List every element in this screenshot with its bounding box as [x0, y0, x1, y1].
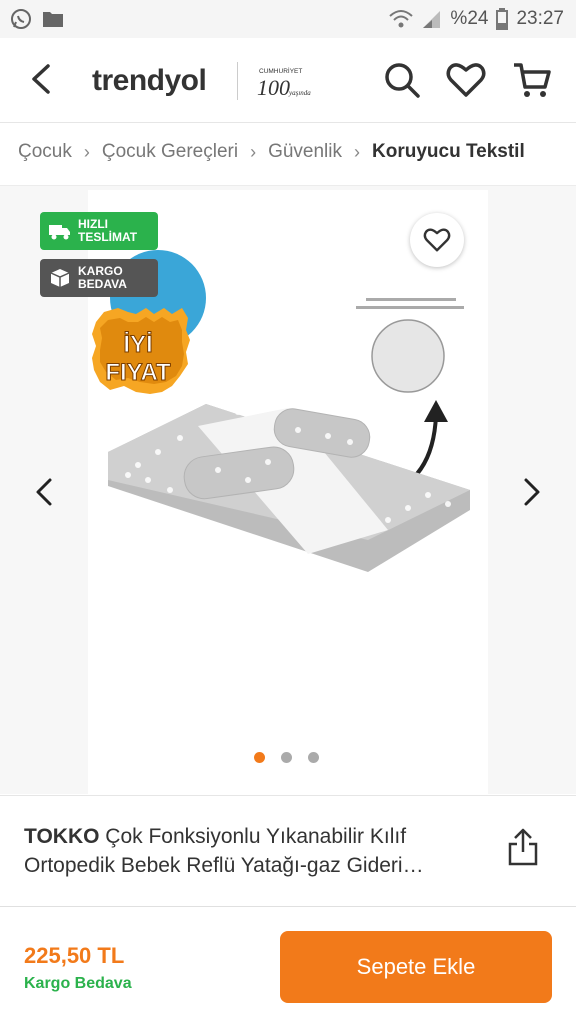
folder-icon: [43, 12, 63, 27]
breadcrumb: Çocuk › Çocuk Gereçleri › Güvenlik › Kor…: [0, 123, 576, 186]
app-header: trendyol CUMHURİYET 100 yaşında: [0, 38, 576, 123]
search-icon[interactable]: [382, 60, 422, 100]
back-icon[interactable]: [26, 60, 60, 98]
anniversary-script: yaşında: [288, 89, 311, 97]
heart-icon: [423, 228, 451, 252]
shipping-info: Kargo Bedava: [24, 975, 132, 992]
status-bar-right: %24 23:27: [388, 8, 564, 30]
add-to-cart-button[interactable]: Sepete Ekle: [280, 931, 552, 1003]
status-bar: %24 23:27: [0, 0, 576, 38]
iyi-fiyat-sticker: İYİ FIYAT: [92, 308, 190, 394]
fast-delivery-badge: HIZLI TESLİMAT: [40, 212, 158, 250]
breadcrumb-current[interactable]: Koruyucu Tekstil: [372, 141, 525, 163]
previous-image-arrow[interactable]: [30, 474, 58, 510]
carousel-dot[interactable]: [281, 752, 292, 763]
breadcrumb-item-cocuk[interactable]: Çocuk: [18, 141, 72, 163]
product-brand: TOKKO: [24, 825, 100, 848]
sticker-line2: FIYAT: [105, 359, 171, 386]
free-shipping-badge: KARGO BEDAVA: [40, 259, 158, 297]
breadcrumb-item-guvenlik[interactable]: Güvenlik: [268, 141, 342, 163]
cart-icon[interactable]: [512, 60, 552, 100]
battery-percent: %24: [450, 8, 489, 29]
anniversary-logo: CUMHURİYET 100 yaşında: [257, 66, 311, 100]
heart-icon[interactable]: [446, 60, 486, 100]
favorite-button[interactable]: [410, 213, 464, 267]
breadcrumb-item-cocuk-gerecleri[interactable]: Çocuk Gereçleri: [102, 141, 238, 163]
logo-divider: [237, 62, 238, 100]
next-image-arrow[interactable]: [518, 474, 546, 510]
product-title[interactable]: TOKKO Çok Fonksiyonlu Yıkanabilir Kılıf …: [24, 822, 494, 880]
share-icon[interactable]: [506, 828, 540, 866]
carousel-dots: [254, 752, 319, 763]
anniversary-number: 100: [257, 75, 290, 100]
wifi-icon: [389, 10, 414, 28]
trendyol-logo[interactable]: trendyol: [92, 64, 207, 98]
clock: 23:27: [516, 8, 564, 29]
product-price: 225,50 TL: [24, 943, 125, 968]
bottom-action-bar: 225,50 TL Kargo Bedava Sepete Ekle: [0, 906, 576, 1025]
battery-icon: [496, 8, 509, 30]
chevron-right-icon: ›: [83, 141, 90, 162]
signal-icon: [423, 11, 441, 28]
fast-delivery-line2: TESLİMAT: [78, 230, 138, 244]
sticker-line1: İYİ: [123, 331, 152, 358]
whatsapp-icon: [11, 9, 31, 29]
box-icon: [50, 269, 70, 287]
chevron-right-icon: ›: [250, 141, 257, 162]
carousel-dot[interactable]: [254, 752, 265, 763]
anniversary-top-text: CUMHURİYET: [259, 66, 302, 75]
truck-icon: [49, 225, 70, 240]
free-shipping-line2: BEDAVA: [78, 277, 127, 291]
status-bar-left: [10, 8, 64, 30]
product-title-area: TOKKO Çok Fonksiyonlu Yıkanabilir Kılıf …: [0, 795, 576, 906]
carousel-dot[interactable]: [308, 752, 319, 763]
chevron-right-icon: ›: [354, 141, 360, 162]
